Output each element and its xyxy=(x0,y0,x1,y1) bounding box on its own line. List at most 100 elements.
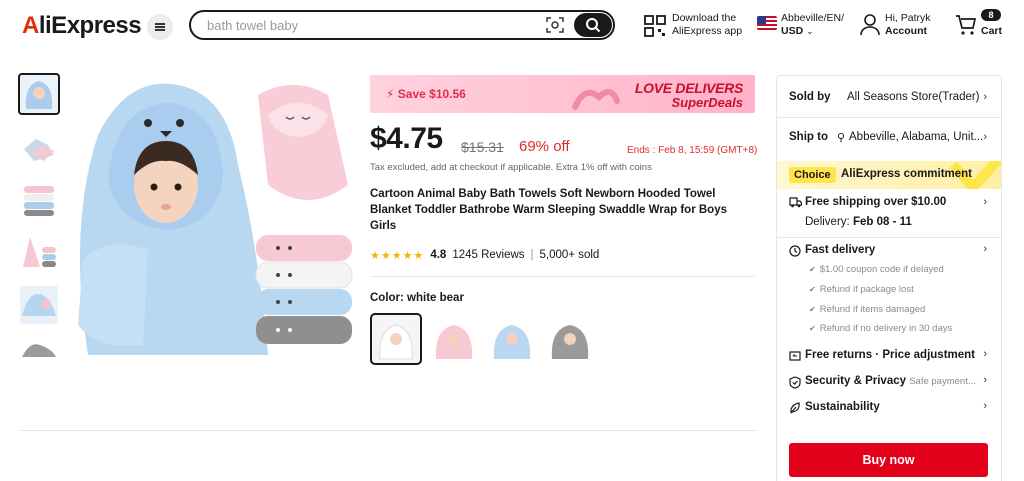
choice-commitment-bar: Choice AliExpress commitment xyxy=(777,161,1001,189)
fast-delivery-row[interactable]: Fast delivery xyxy=(805,244,875,256)
fast-delivery-label: Fast delivery xyxy=(805,244,876,256)
chevron-right-icon: › xyxy=(983,131,987,143)
superdeals-banner[interactable]: ⚡ Save $10.56 LOVE DELIVERS SuperDeals xyxy=(370,75,755,113)
leaf-icon xyxy=(790,402,800,414)
divider xyxy=(777,117,1001,118)
cart-count-badge: 8 xyxy=(981,9,1001,21)
thumbnail-image xyxy=(20,286,58,324)
download-app-link[interactable]: Download the AliExpress app xyxy=(672,12,742,38)
ship-to-label: Ship to xyxy=(789,131,828,143)
thumbnail-3[interactable] xyxy=(20,180,58,218)
thumbnail-image xyxy=(20,127,58,165)
free-shipping-row[interactable]: Free shipping over $10.00 xyxy=(805,196,946,208)
choice-badge: Choice xyxy=(789,167,836,183)
account-greeting: Hi, Patryk xyxy=(885,12,931,24)
thumbnail-image xyxy=(20,339,58,359)
store-name: All Seasons Store(Trader) xyxy=(847,91,980,103)
download-line-1: Download the xyxy=(672,12,737,24)
swatch-blue-bear[interactable] xyxy=(488,315,536,363)
security-row[interactable]: Security & Privacy Safe payment... xyxy=(805,375,976,387)
thumbnail-4[interactable] xyxy=(20,233,58,271)
locale-selector[interactable]: Abbeville/EN/ USD ⌄ xyxy=(781,12,844,38)
swatch-image xyxy=(488,315,536,363)
qr-code-icon[interactable] xyxy=(644,15,666,37)
guarantee-item: ✔ Refund if items damaged xyxy=(809,304,925,315)
download-line-2: AliExpress app xyxy=(672,25,743,37)
us-flag-icon xyxy=(757,16,777,30)
location-pin-icon: ⚲ xyxy=(837,132,846,144)
ship-to-location: Abbeville, Alabama, Unit... xyxy=(849,131,984,143)
shield-icon xyxy=(789,376,801,389)
cart-icon[interactable] xyxy=(955,14,977,36)
categories-menu-button[interactable] xyxy=(147,14,173,40)
chevron-right-icon: › xyxy=(983,91,987,103)
chevron-down-icon: ⌄ xyxy=(806,26,814,36)
clock-icon xyxy=(789,245,801,257)
aliexpress-logo[interactable]: AliExpress xyxy=(22,12,142,40)
image-search-icon[interactable] xyxy=(546,17,564,33)
user-icon[interactable] xyxy=(860,14,880,36)
hamburger-line-1 xyxy=(155,23,165,25)
thumbnail-image xyxy=(20,75,58,113)
cart-link[interactable]: Cart xyxy=(981,25,1002,38)
sustainability-label: Sustainability xyxy=(805,401,880,413)
chevron-right-icon: › xyxy=(983,400,987,412)
save-label: Save $10.56 xyxy=(397,87,466,101)
guarantee-text: Refund if package lost xyxy=(819,284,914,295)
swatch-white-bear[interactable] xyxy=(370,313,422,365)
site-header: AliExpress Download the AliExpress app A… xyxy=(0,0,1024,52)
purchase-panel: Sold by All Seasons Store(Trader) › Ship… xyxy=(776,75,1002,481)
guarantee-item: ✔ Refund if no delivery in 30 days xyxy=(809,323,952,334)
rating-row[interactable]: ★★★★★ 4.8 1245 Reviews | 5,000+ sold xyxy=(370,248,599,262)
free-returns-row[interactable]: Free returns · Price adjustment xyxy=(805,349,975,361)
buy-now-button[interactable]: Buy now xyxy=(789,443,988,477)
currency-label: USD xyxy=(781,25,804,37)
swatch-image xyxy=(372,315,420,363)
sold-by-label: Sold by xyxy=(789,91,831,103)
guarantee-item: ✔ Refund if package lost xyxy=(809,284,914,295)
sold-by-row[interactable]: Sold by All Seasons Store(Trader) xyxy=(789,91,980,103)
thumbnail-image xyxy=(20,180,58,218)
divider xyxy=(777,237,1001,238)
ship-to-row[interactable]: Ship to ⚲ Abbeville, Alabama, Unit... xyxy=(789,131,983,144)
cart-label: Cart xyxy=(981,25,1003,37)
thumbnail-2[interactable] xyxy=(20,127,58,165)
account-label: Account xyxy=(885,25,927,37)
search-input[interactable] xyxy=(207,16,527,34)
free-shipping-label: Free shipping over $10.00 xyxy=(805,196,947,208)
thumbnail-image xyxy=(20,233,58,271)
thumbnail-1[interactable] xyxy=(18,73,60,115)
thumbnail-5[interactable] xyxy=(20,286,58,324)
truck-icon xyxy=(789,197,802,208)
swatch-image xyxy=(546,315,594,363)
account-link[interactable]: Hi, Patryk Account xyxy=(885,12,931,38)
thumbnail-6[interactable] xyxy=(20,339,58,359)
security-label: Security & Privacy xyxy=(805,375,907,387)
sustainability-row[interactable]: Sustainability xyxy=(805,401,880,413)
swatch-grey-elephant[interactable] xyxy=(546,315,594,363)
star-rating-icon: ★★★★★ xyxy=(370,249,425,262)
locale-line-1: Abbeville/EN/ xyxy=(781,12,845,24)
chevron-right-icon: › xyxy=(983,348,987,360)
divider xyxy=(20,430,758,431)
chevron-right-icon: › xyxy=(983,243,987,255)
hamburger-line-3 xyxy=(155,29,165,31)
delivery-label: Delivery: xyxy=(805,216,850,228)
tax-note: Tax excluded, add at checkout if applica… xyxy=(370,162,652,173)
current-price: $4.75 xyxy=(370,122,443,155)
guarantee-text: Refund if items damaged xyxy=(819,304,926,315)
security-note: Safe payment... xyxy=(909,376,976,387)
chevron-right-icon: › xyxy=(983,374,987,386)
main-product-image[interactable] xyxy=(68,75,358,360)
balloon-decoration xyxy=(572,88,620,110)
color-label: Color: white bear xyxy=(370,292,464,304)
guarantee-item: ✔ $1.00 coupon code if delayed xyxy=(809,264,944,275)
search-button[interactable] xyxy=(574,13,612,37)
separator: | xyxy=(530,249,534,261)
banner-title: LOVE DELIVERS xyxy=(634,80,743,96)
discount-percent: 69% off xyxy=(519,138,570,155)
chevron-right-icon: › xyxy=(983,196,987,208)
choice-text: AliExpress commitment xyxy=(841,168,973,180)
swatch-pink-cat[interactable] xyxy=(430,315,478,363)
guarantee-text: Refund if no delivery in 30 days xyxy=(819,323,953,334)
